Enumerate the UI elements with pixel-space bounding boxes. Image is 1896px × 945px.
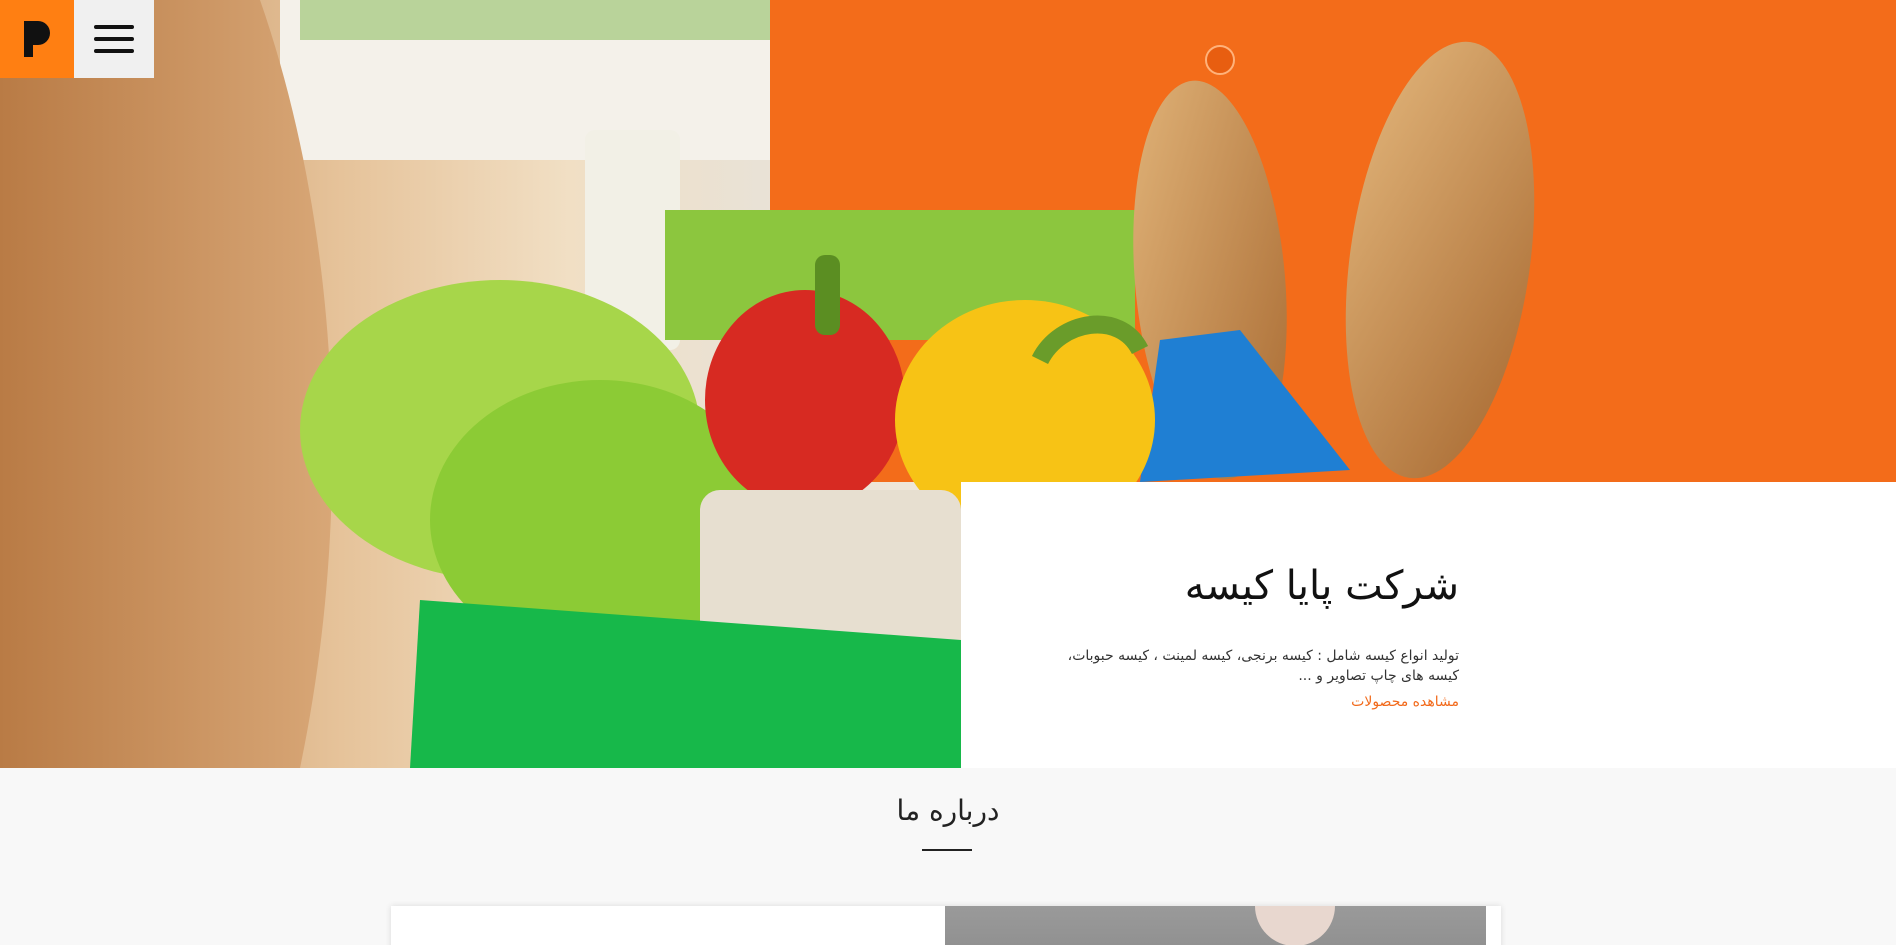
- about-title: درباره ما: [896, 794, 1000, 827]
- hero-description: تولید انواع کیسه شامل : کیسه برنجی، کیسه…: [1067, 648, 1459, 684]
- about-section: درباره ما: [0, 768, 1896, 945]
- hero-title: شرکت پایا کیسه: [1184, 563, 1459, 609]
- hamburger-icon: [94, 25, 134, 29]
- logo-p-icon: [24, 21, 50, 57]
- view-products-link[interactable]: مشاهده محصولات: [1036, 694, 1459, 710]
- about-card: [391, 906, 1501, 945]
- about-image: [945, 906, 1486, 945]
- hero-card: شرکت پایا کیسه تولید انواع کیسه شامل : ک…: [961, 482, 1896, 768]
- brand-logo[interactable]: [0, 0, 74, 78]
- menu-button[interactable]: [74, 0, 154, 78]
- about-title-underline: [922, 849, 972, 851]
